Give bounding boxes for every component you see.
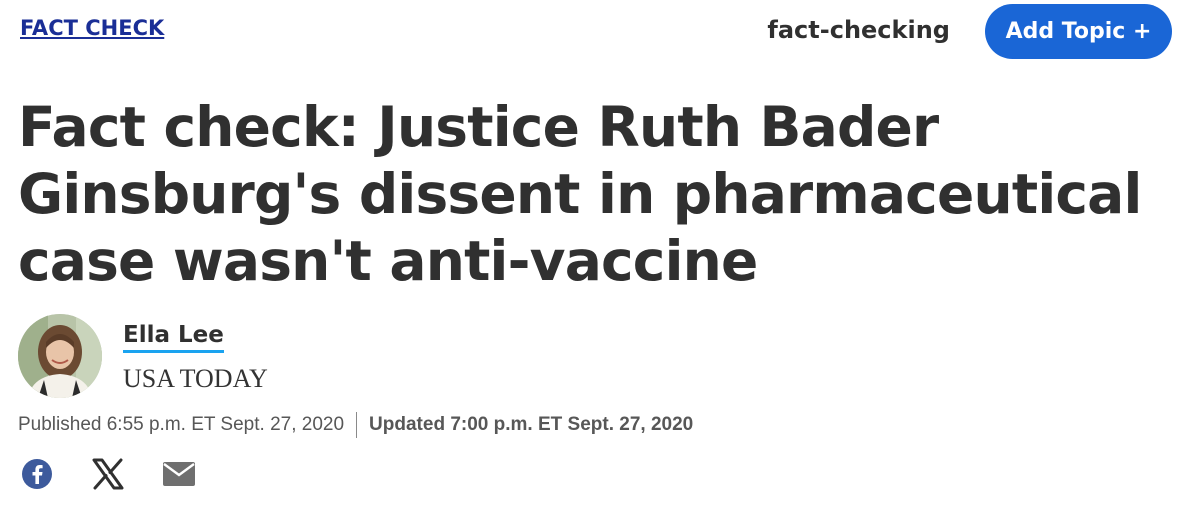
x-share-button[interactable] (89, 456, 127, 492)
article-dates: Published 6:55 p.m. ET Sept. 27, 2020 Up… (18, 412, 693, 438)
published-date: Published 6:55 p.m. ET Sept. 27, 2020 (18, 414, 345, 435)
x-icon (92, 458, 124, 490)
article-header-bar: FACT CHECK fact-checking Add Topic + (0, 0, 1184, 70)
add-topic-button[interactable]: Add Topic + (985, 4, 1172, 59)
email-share-button[interactable] (160, 456, 198, 492)
topic-link-fact-checking[interactable]: fact-checking (767, 16, 950, 44)
author-organization: USA TODAY (123, 364, 268, 393)
author-name-link[interactable]: Ella Lee (123, 322, 224, 353)
author-photo (18, 314, 102, 398)
email-icon (163, 462, 195, 486)
section-link-fact-check[interactable]: FACT CHECK (20, 16, 164, 40)
facebook-share-button[interactable] (18, 456, 56, 492)
date-divider (356, 412, 358, 438)
share-bar (18, 456, 231, 492)
article-headline: Fact check: Justice Ruth Bader Ginsburg'… (18, 95, 1142, 293)
author-avatar[interactable] (18, 314, 102, 398)
facebook-icon (22, 459, 52, 489)
updated-date: Updated 7:00 p.m. ET Sept. 27, 2020 (369, 414, 694, 435)
